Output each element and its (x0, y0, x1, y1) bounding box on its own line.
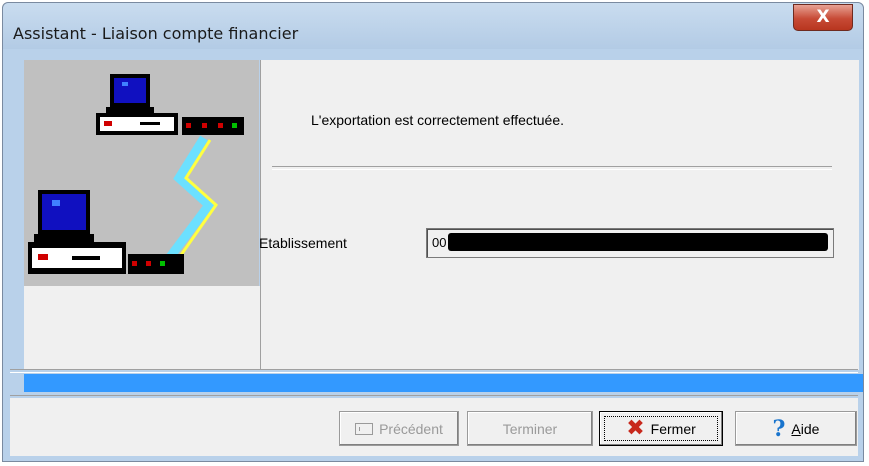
previous-page-icon (355, 422, 374, 435)
help-accelerator: A (791, 420, 801, 437)
red-x-icon: ✖ (626, 415, 645, 441)
question-mark-icon: ? (772, 415, 786, 442)
status-message: L'exportation est correctement effectuée… (311, 112, 565, 128)
etablissement-value: 00 (432, 235, 447, 250)
close-wizard-button-label: Fermer (650, 420, 696, 437)
etablissement-label: Etablissement (259, 235, 347, 251)
help-label-rest: ide (800, 420, 820, 437)
content-separator (272, 166, 832, 170)
left-lower-panel (24, 286, 260, 370)
progress-fill (24, 374, 863, 392)
content-panel (260, 60, 859, 370)
window-title: Assistant - Liaison compte financier (13, 24, 299, 43)
help-button[interactable]: ? Aide (735, 411, 857, 446)
etablissement-field[interactable]: 00 (426, 228, 834, 258)
finish-button[interactable]: Terminer (467, 411, 593, 446)
help-button-label: Aide (791, 421, 819, 437)
redacted-value (448, 233, 828, 251)
previous-button-label: Précédent (379, 420, 443, 437)
previous-button[interactable]: Précédent (339, 411, 459, 446)
finish-button-label: Terminer (502, 420, 558, 437)
close-icon: X (816, 7, 830, 27)
panel-bottom-border (10, 369, 858, 373)
window-close-button[interactable]: X (793, 4, 853, 31)
title-bar[interactable]: Assistant - Liaison compte financier X (3, 3, 863, 49)
close-wizard-button[interactable]: ✖ Fermer (599, 411, 723, 446)
progress-bar (24, 374, 863, 392)
